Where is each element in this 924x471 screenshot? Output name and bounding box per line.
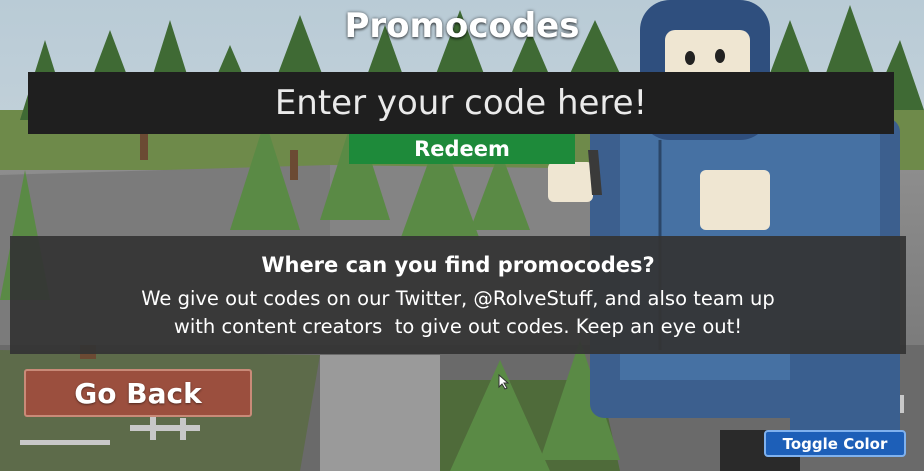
redeem-button[interactable]: Redeem — [349, 134, 575, 164]
info-line: with content creators to give out codes.… — [173, 315, 743, 338]
info-panel: Where can you find promocodes? We give o… — [10, 236, 906, 354]
toggle-color-button[interactable]: Toggle Color — [764, 430, 906, 457]
info-body: We give out codes on our Twitter, @Rolve… — [10, 285, 906, 341]
promo-code-input[interactable] — [28, 72, 894, 134]
mouse-cursor-icon — [498, 373, 510, 394]
go-back-button[interactable]: Go Back — [24, 369, 252, 417]
info-heading: Where can you find promocodes? — [261, 253, 655, 277]
info-line: We give out codes on our Twitter, @Rolve… — [141, 287, 775, 310]
page-title: Promocodes — [344, 6, 580, 46]
